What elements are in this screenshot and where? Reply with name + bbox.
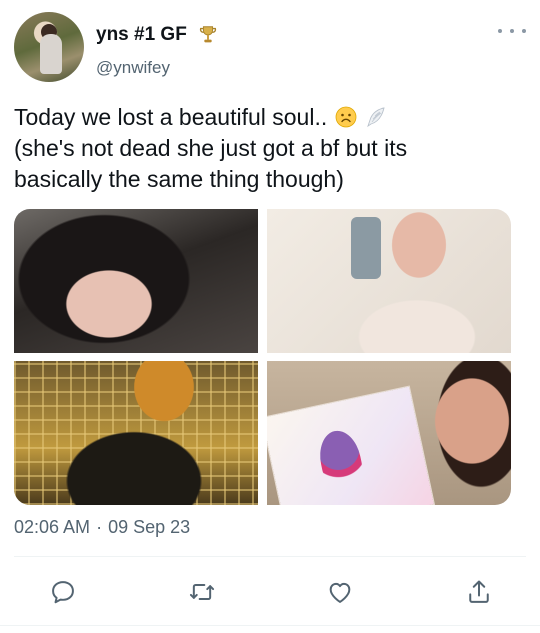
photo-3[interactable] (14, 361, 258, 505)
timestamp[interactable]: 02:06 AM · 09 Sep 23 (14, 517, 190, 538)
handle[interactable]: @ynwifey (96, 58, 170, 78)
media-grid (14, 209, 511, 505)
like-button[interactable] (320, 572, 360, 612)
tweet-text: Today we lost a beautiful soul.. (she's … (14, 102, 524, 195)
timestamp-date: 09 Sep 23 (108, 517, 191, 537)
tweet-text-line-3: basically the same thing though) (14, 166, 344, 192)
photo-4-drawing (267, 386, 434, 505)
photo-2[interactable] (267, 209, 511, 353)
display-name[interactable]: yns #1 GF (96, 24, 187, 46)
tweet-text-line-1: Today we lost a beautiful soul.. (14, 102, 524, 133)
divider (14, 556, 526, 557)
retweet-icon (189, 584, 215, 600)
reply-button[interactable] (43, 572, 83, 612)
tweet-text-line-1-text: Today we lost a beautiful soul.. (14, 104, 328, 130)
tweet: yns #1 GF @ynwifey Today we lost a beaut… (0, 0, 540, 633)
avatar[interactable] (14, 12, 84, 82)
slightly-frowning-face-icon (335, 106, 357, 128)
timestamp-time: 02:06 AM (14, 517, 91, 537)
timestamp-separator: · (96, 517, 103, 537)
retweet-button[interactable] (182, 572, 222, 612)
bottom-divider (0, 625, 540, 626)
reply-icon (52, 581, 74, 604)
more-options-icon[interactable] (498, 24, 526, 38)
tweet-text-line-2: (she's not dead she just got a bf but it… (14, 135, 408, 161)
wing-icon (367, 107, 385, 128)
avatar-figure (40, 34, 62, 74)
share-button[interactable] (459, 572, 499, 612)
photo-1[interactable] (14, 209, 258, 353)
action-bar (0, 572, 540, 612)
share-icon (469, 580, 489, 603)
photo-2-phone (351, 217, 381, 279)
photo-4[interactable] (267, 361, 511, 505)
trophy-icon (199, 26, 217, 43)
like-icon (329, 582, 351, 603)
